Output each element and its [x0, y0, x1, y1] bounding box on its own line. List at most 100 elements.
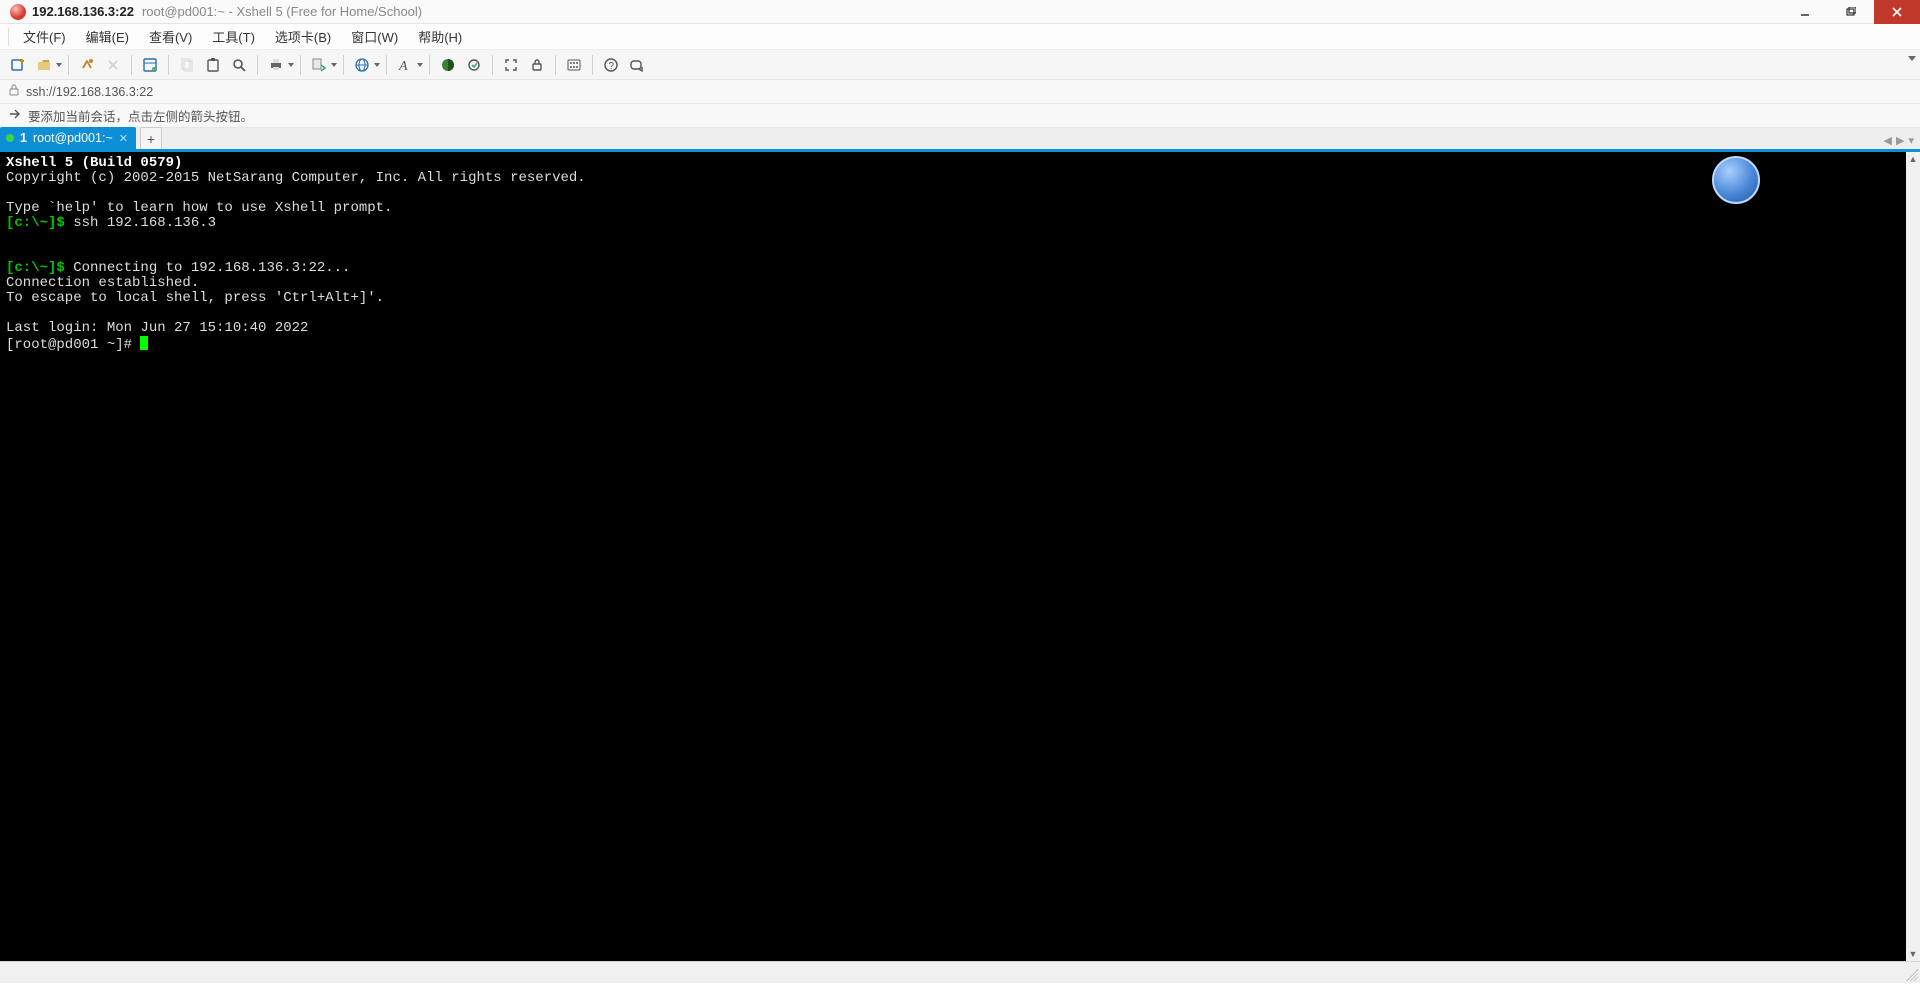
properties-icon [142, 57, 158, 73]
title-bar: 192.168.136.3:22 root@pd001:~ - Xshell 5… [0, 0, 1920, 24]
disconnect-button [101, 53, 125, 77]
tab-close-button[interactable]: ✕ [119, 132, 128, 145]
window-title-primary: 192.168.136.3:22 [32, 4, 134, 19]
print-button[interactable] [264, 53, 288, 77]
minimize-icon [1800, 7, 1810, 17]
tabs-nav: ◀ ▶ ▾ [1884, 134, 1914, 147]
file-transfer-button[interactable] [307, 53, 331, 77]
menu-file[interactable]: 文件(F) [15, 25, 74, 48]
maximize-icon [1846, 7, 1856, 17]
lock-icon [529, 57, 545, 73]
menu-tools[interactable]: 工具(T) [204, 25, 263, 48]
font-dropdown[interactable] [417, 63, 423, 67]
font-button[interactable]: A [393, 53, 417, 77]
terminal-cursor [140, 336, 148, 350]
add-tab-label: + [147, 131, 155, 147]
tabs-list-dropdown[interactable]: ▾ [1908, 134, 1914, 147]
maximize-button[interactable] [1828, 0, 1874, 24]
reconnect-button[interactable] [75, 53, 99, 77]
term-prompt-local-2: [c:\~]$ [6, 260, 65, 276]
help-icon: ? [603, 57, 619, 73]
menu-view[interactable]: 查看(V) [141, 25, 200, 48]
term-prompt-local-1: [c:\~]$ [6, 215, 65, 231]
disconnect-icon [105, 57, 121, 73]
info-hint: 要添加当前会话，点击左侧的箭头按钮。 [28, 106, 253, 125]
encoding-button[interactable] [350, 53, 374, 77]
compose-button[interactable] [625, 53, 649, 77]
new-session-button[interactable] [6, 53, 30, 77]
color-scheme-button[interactable] [436, 53, 460, 77]
close-button[interactable] [1874, 0, 1920, 24]
resize-grip[interactable] [1906, 969, 1918, 981]
fullscreen-button[interactable] [499, 53, 523, 77]
highlight-icon [466, 57, 482, 73]
encoding-dropdown[interactable] [374, 63, 380, 67]
keypad-button[interactable] [562, 53, 586, 77]
term-line-established: Connection established. [6, 275, 199, 291]
color-scheme-icon [440, 57, 456, 73]
window-title-secondary: root@pd001:~ - Xshell 5 (Free for Home/S… [142, 4, 422, 19]
toolbar: A ? [0, 50, 1920, 80]
terminal-area: Xshell 5 (Build 0579) Copyright (c) 2002… [0, 152, 1920, 961]
font-icon: A [397, 57, 413, 73]
info-bar: 要添加当前会话，点击左侧的箭头按钮。 [0, 104, 1920, 128]
minimize-button[interactable] [1782, 0, 1828, 24]
term-line-help: Type `help' to learn how to use Xshell p… [6, 200, 392, 216]
open-button[interactable] [32, 53, 56, 77]
file-transfer-dropdown[interactable] [331, 63, 337, 67]
print-icon [268, 57, 284, 73]
term-line-build: Xshell 5 (Build 0579) [6, 155, 182, 171]
svg-text:A: A [398, 59, 408, 73]
properties-button[interactable] [138, 53, 162, 77]
scroll-up[interactable]: ▲ [1906, 152, 1920, 166]
status-dot-connected [6, 134, 14, 142]
new-session-icon [10, 57, 26, 73]
svg-text:?: ? [609, 61, 615, 72]
lock-icon-small [8, 84, 20, 99]
terminal[interactable]: Xshell 5 (Build 0579) Copyright (c) 2002… [0, 152, 1906, 961]
open-dropdown[interactable] [56, 63, 62, 67]
tabs-next[interactable]: ▶ [1896, 134, 1904, 147]
term-prompt-remote: [root@pd001 ~]# [6, 337, 140, 353]
menu-help[interactable]: 帮助(H) [410, 25, 470, 48]
toolbar-overflow[interactable] [1908, 56, 1916, 61]
menu-tabs[interactable]: 选项卡(B) [267, 25, 339, 48]
address-url[interactable]: ssh://192.168.136.3:22 [26, 85, 153, 99]
window-controls [1782, 0, 1920, 24]
terminal-scrollbar[interactable]: ▲ ▼ [1906, 152, 1920, 961]
globe-overlay-icon[interactable] [1712, 156, 1760, 204]
help-button[interactable]: ? [599, 53, 623, 77]
highlight-button[interactable] [462, 53, 486, 77]
close-icon [1892, 7, 1902, 17]
term-line-escape: To escape to local shell, press 'Ctrl+Al… [6, 290, 384, 306]
fullscreen-icon [503, 57, 519, 73]
status-bar [0, 961, 1920, 983]
menu-window[interactable]: 窗口(W) [343, 25, 406, 48]
term-line-connecting: Connecting to 192.168.136.3:22... [65, 260, 351, 276]
address-bar: ssh://192.168.136.3:22 [0, 80, 1920, 104]
paste-icon [205, 57, 221, 73]
menu-edit[interactable]: 编辑(E) [78, 25, 137, 48]
tab-index: 1 [20, 131, 27, 145]
add-tab-button[interactable]: + [140, 127, 162, 149]
scroll-down[interactable]: ▼ [1906, 947, 1920, 961]
term-line-lastlogin: Last login: Mon Jun 27 15:10:40 2022 [6, 320, 308, 336]
print-dropdown[interactable] [288, 63, 294, 67]
file-transfer-icon [311, 57, 327, 73]
tabs-prev[interactable]: ◀ [1884, 134, 1892, 147]
compose-icon [629, 57, 645, 73]
find-icon [231, 57, 247, 73]
find-button[interactable] [227, 53, 251, 77]
copy-button-disabled [175, 53, 199, 77]
session-tab-active[interactable]: 1 root@pd001:~ ✕ [0, 127, 136, 149]
tab-label: root@pd001:~ [33, 131, 113, 145]
copy-icon [179, 57, 195, 73]
term-line-copyright: Copyright (c) 2002-2015 NetSarang Comput… [6, 170, 586, 186]
app-icon [10, 4, 26, 20]
add-session-arrow-icon[interactable] [8, 108, 22, 123]
reconnect-icon [79, 57, 95, 73]
lock-button[interactable] [525, 53, 549, 77]
globe-icon [354, 57, 370, 73]
paste-button[interactable] [201, 53, 225, 77]
menu-bar: 文件(F) 编辑(E) 查看(V) 工具(T) 选项卡(B) 窗口(W) 帮助(… [0, 24, 1920, 50]
